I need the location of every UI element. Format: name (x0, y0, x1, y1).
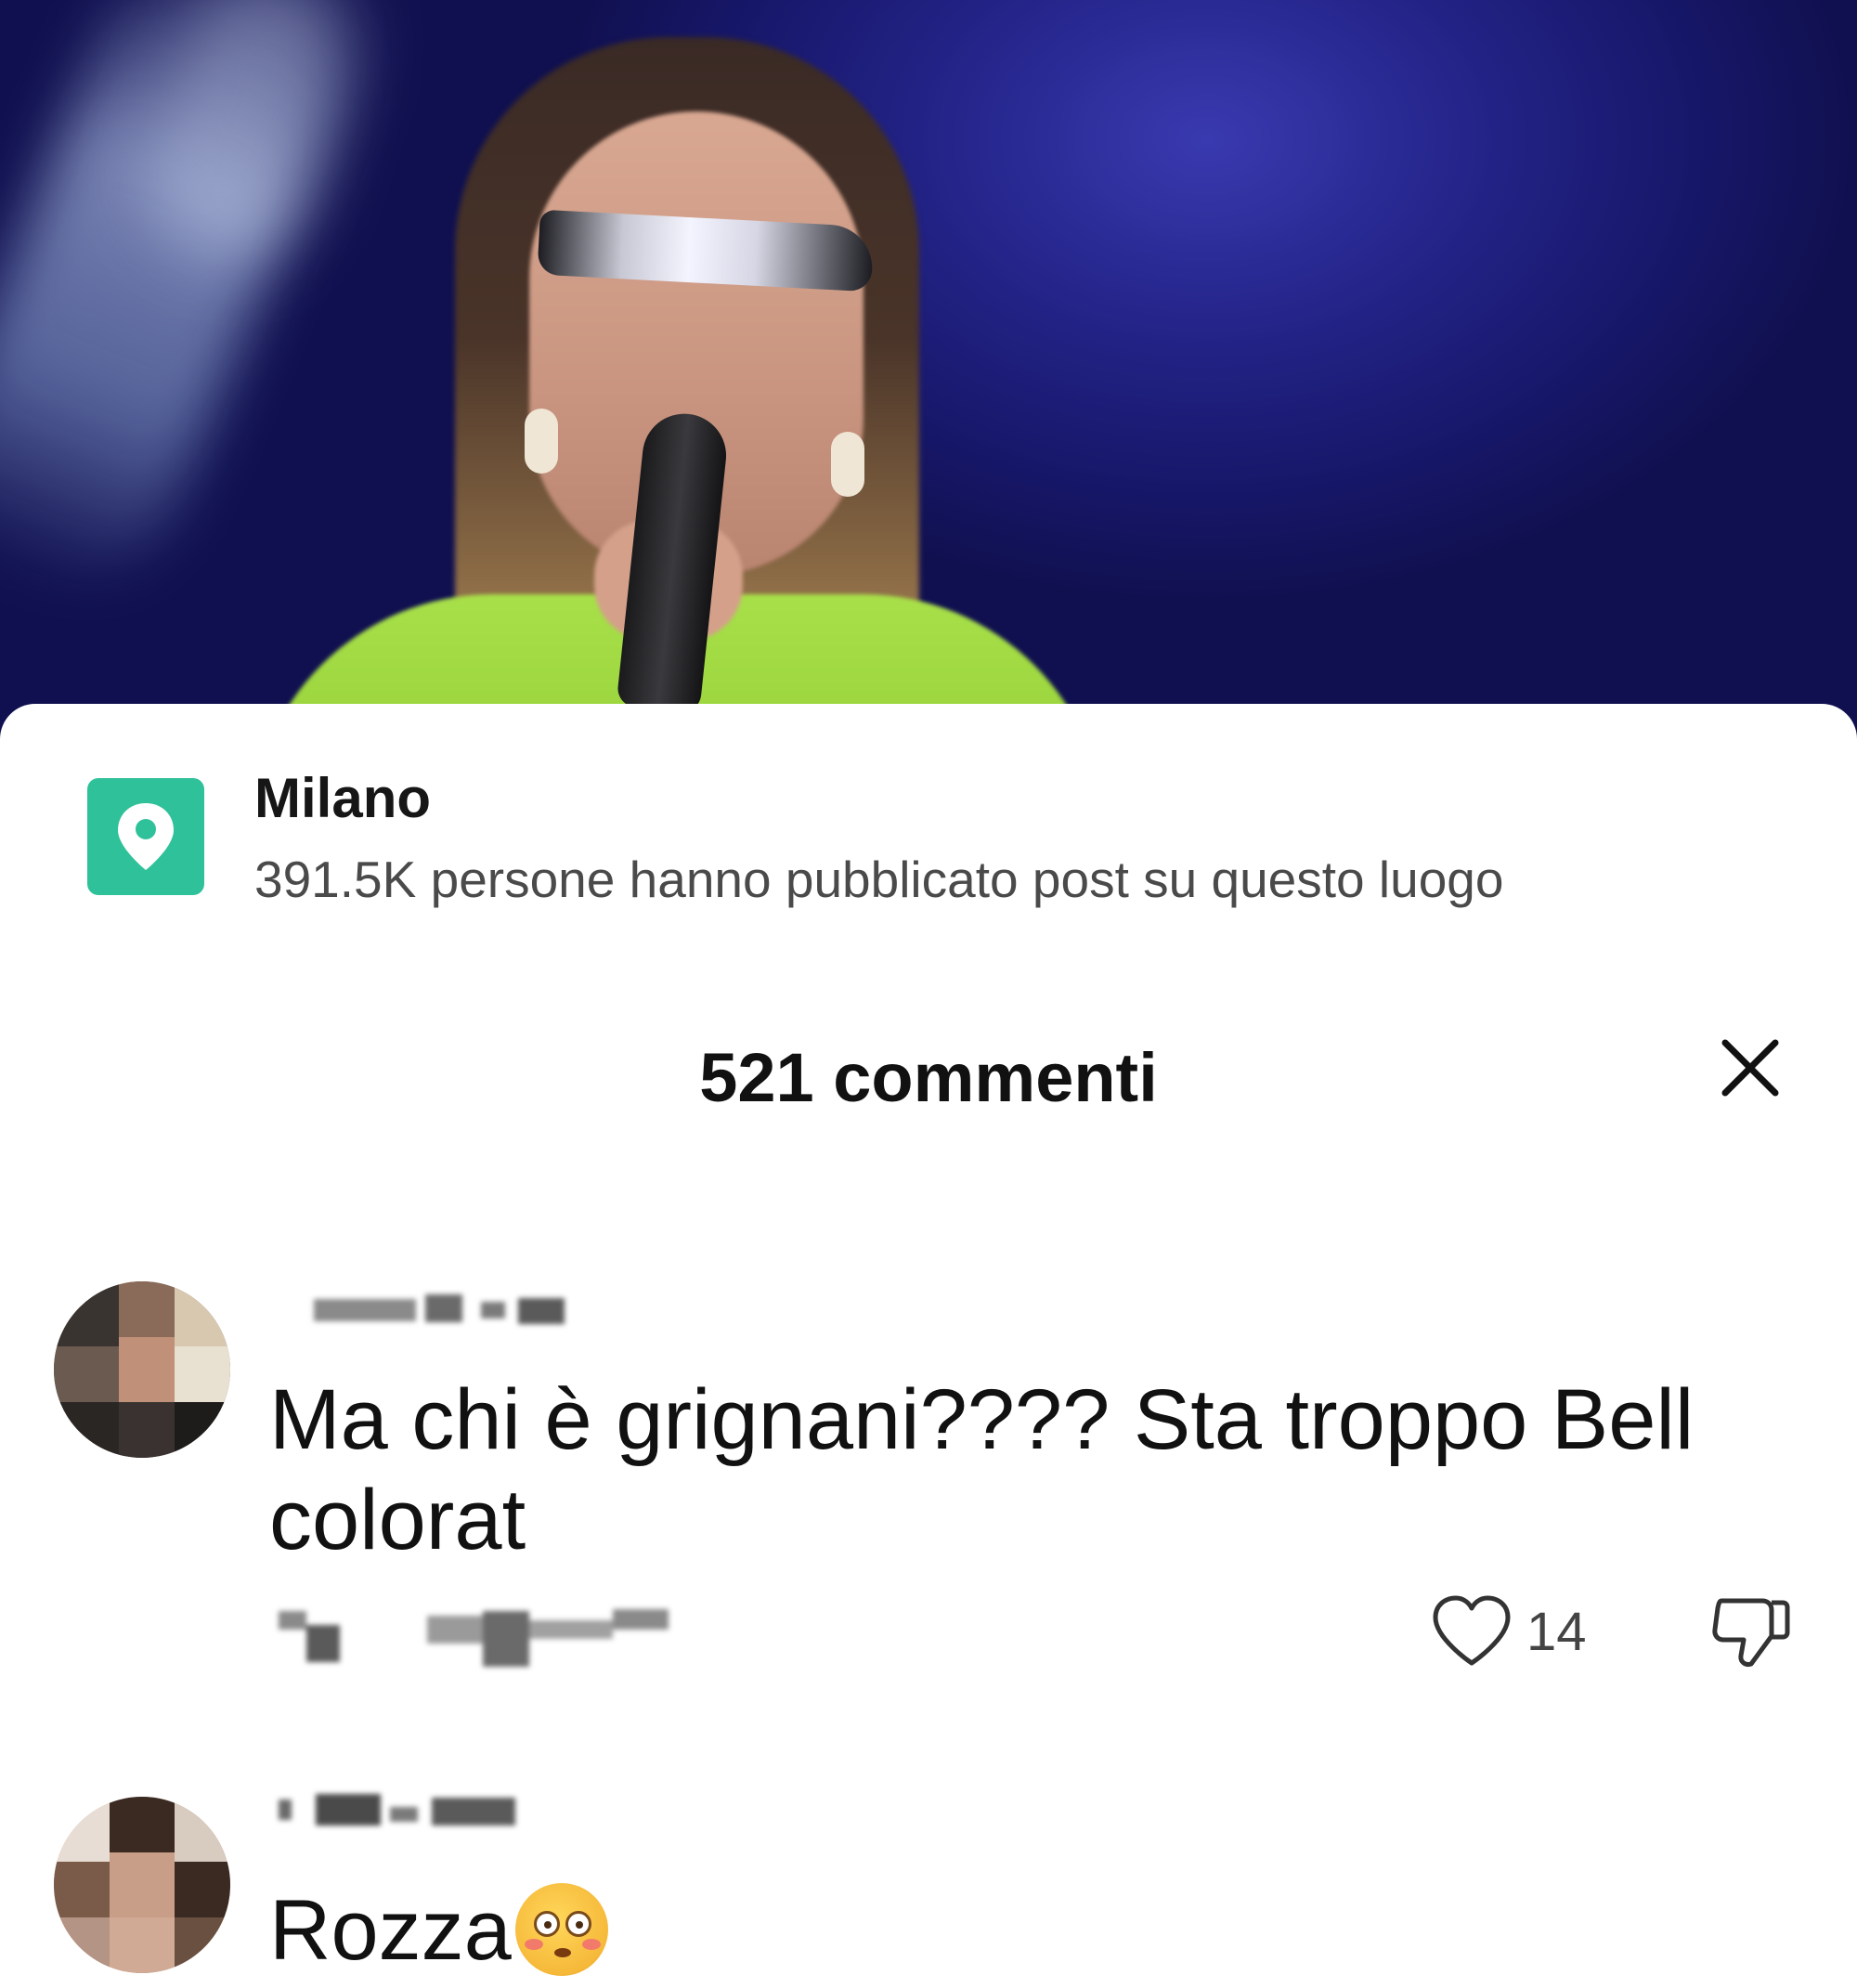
like-count: 14 (1526, 1601, 1587, 1662)
avatar-pixel (175, 1281, 230, 1346)
avatar-pixel (175, 1862, 230, 1917)
avatar-pixel (54, 1346, 119, 1402)
avatar-pixel (119, 1337, 175, 1402)
comment-text-content: Rozza (269, 1883, 512, 1978)
comment-meta-redacted (269, 1602, 687, 1676)
avatar-pixel (54, 1402, 119, 1458)
comments-count-title: 521 commenti (699, 1039, 1158, 1116)
flushed-face-emoji (514, 1883, 608, 1976)
earring (831, 432, 864, 497)
location-subtitle: 391.5K persone hanno pubblicato post su … (254, 851, 1504, 908)
avatar-pixel (175, 1917, 230, 1973)
close-icon[interactable] (1718, 1035, 1783, 1100)
video-player[interactable] (0, 0, 1857, 743)
thumbs-down-icon (1712, 1598, 1790, 1667)
avatar-pixel (110, 1797, 175, 1852)
avatar-pixel (54, 1862, 110, 1917)
avatar[interactable] (54, 1281, 230, 1458)
comment-text: Ma chi è grignani???? Sta troppo Bell co… (269, 1372, 1695, 1567)
avatar-pixel (54, 1281, 119, 1346)
avatar-pixel (110, 1917, 175, 1973)
earring (525, 409, 558, 474)
avatar-pixel (110, 1852, 175, 1917)
dislike-button[interactable] (1708, 1590, 1792, 1673)
username-redacted[interactable] (279, 1794, 529, 1831)
avatar-pixel (175, 1346, 230, 1402)
avatar-pixel (54, 1797, 110, 1862)
avatar[interactable] (54, 1797, 230, 1973)
location-name[interactable]: Milano (254, 766, 431, 830)
avatar-pixel (175, 1797, 230, 1862)
location-pin-icon-glyph (118, 803, 174, 870)
comment-text: Rozza (269, 1880, 1801, 1981)
username-redacted[interactable] (295, 1294, 574, 1332)
heart-outline-icon (1433, 1595, 1511, 1666)
location-pin-icon[interactable] (87, 778, 204, 895)
avatar-pixel (54, 1917, 110, 1973)
avatar-pixel (175, 1402, 230, 1458)
avatar-pixel (119, 1281, 175, 1337)
avatar-pixel (119, 1402, 175, 1458)
like-button[interactable]: 14 (1430, 1590, 1587, 1673)
